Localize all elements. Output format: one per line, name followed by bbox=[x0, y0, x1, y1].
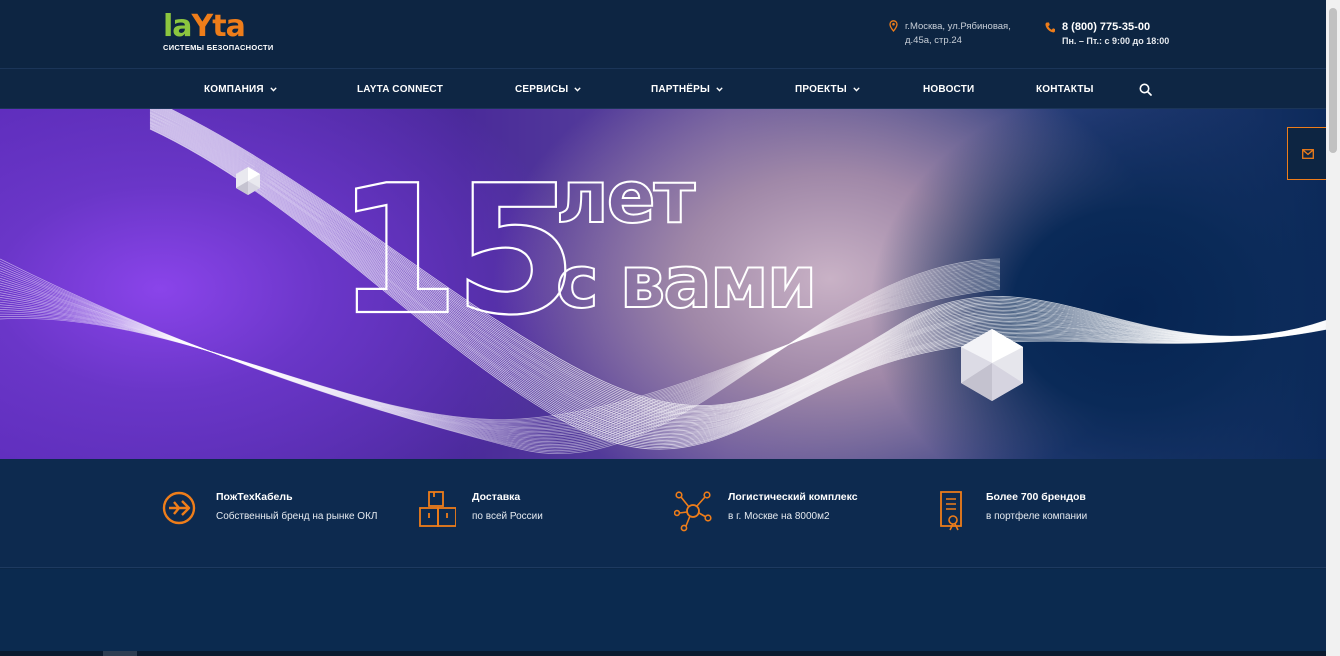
feature-item: Более 700 брендов в портфеле компании bbox=[932, 490, 1087, 532]
hero-number: 15 bbox=[336, 147, 572, 354]
scroll-thumb[interactable] bbox=[1329, 8, 1337, 153]
nav-label: LAYTA CONNECT bbox=[357, 84, 444, 95]
logo-word-orange: Yta bbox=[191, 9, 246, 44]
nav-item-projects[interactable]: ПРОЕКТЫ bbox=[795, 69, 860, 110]
document-icon bbox=[940, 491, 962, 531]
logo-word-green: la bbox=[163, 9, 193, 44]
hero-graphic: 15 лет с вами bbox=[236, 146, 1023, 401]
feature-item: Логистический комплекс в г. Москве на 80… bbox=[674, 490, 858, 532]
logo[interactable]: laYta СИСТЕМЫ БЕЗОПАСНОСТИ bbox=[163, 12, 283, 58]
phone-icon bbox=[1045, 22, 1055, 33]
feature-subtitle: по всей России bbox=[472, 511, 543, 522]
nav-label: КОНТАКТЫ bbox=[1036, 84, 1094, 95]
search-icon[interactable] bbox=[1139, 83, 1152, 96]
logo-subtitle: СИСТЕМЫ БЕЗОПАСНОСТИ bbox=[163, 43, 274, 52]
phone-block: 8 (800) 775-35-00 Пн. – Пт.: с 9:00 до 1… bbox=[1045, 20, 1169, 48]
nav-label: ПРОЕКТЫ bbox=[795, 84, 847, 95]
main-nav: КОМПАНИЯ LAYTA CONNECT СЕРВИСЫ ПАРТНЁРЫ … bbox=[0, 68, 1326, 109]
address-line-1: г.Москва, ул.Рябиновая, bbox=[905, 21, 1011, 32]
chevron-down-icon bbox=[716, 87, 723, 92]
network-hub-icon bbox=[674, 491, 712, 532]
vertical-scrollbar[interactable] bbox=[1326, 0, 1340, 656]
feature-subtitle: в портфеле компании bbox=[986, 511, 1088, 522]
feature-item: ПожТехКабель Собственный бренд на рынке … bbox=[162, 490, 377, 532]
feature-item: Доставка по всей России bbox=[418, 490, 543, 532]
content-area bbox=[0, 569, 1326, 656]
boxes-icon bbox=[419, 491, 456, 527]
hero-banner[interactable]: 15 лет с вами bbox=[0, 109, 1326, 459]
small-polyhedron bbox=[236, 167, 260, 195]
mail-button[interactable] bbox=[1287, 127, 1328, 180]
map-pin-icon bbox=[889, 20, 898, 32]
hero-line-1: лет bbox=[556, 155, 696, 239]
nav-item-services[interactable]: СЕРВИСЫ bbox=[515, 69, 582, 110]
feature-subtitle: Собственный бренд на рынке ОКЛ bbox=[216, 511, 378, 522]
nav-label: КОМПАНИЯ bbox=[204, 84, 264, 95]
feature-title: Доставка bbox=[472, 491, 521, 503]
chevron-down-icon bbox=[270, 87, 277, 92]
nav-item-news[interactable]: НОВОСТИ bbox=[923, 69, 974, 110]
chevron-down-icon bbox=[574, 87, 582, 92]
nav-item-layta-connect[interactable]: LAYTA CONNECT bbox=[357, 69, 443, 110]
address-block: г.Москва, ул.Рябиновая, д.45а, стр.24 bbox=[889, 20, 1011, 48]
horizontal-scroll-thumb[interactable] bbox=[103, 651, 137, 656]
features-strip: ПожТехКабель Собственный бренд на рынке … bbox=[0, 459, 1326, 568]
nav-item-contacts[interactable]: КОНТАКТЫ bbox=[1036, 69, 1094, 110]
chevron-down-icon bbox=[853, 87, 860, 92]
brand-arrow-icon bbox=[162, 491, 196, 525]
large-polyhedron bbox=[961, 329, 1023, 401]
working-hours: Пн. – Пт.: с 9:00 до 18:00 bbox=[1062, 36, 1170, 46]
phone-number[interactable]: 8 (800) 775-35-00 bbox=[1062, 20, 1169, 34]
feature-title: Логистический комплекс bbox=[728, 491, 858, 503]
hero-line-2: с вами bbox=[556, 240, 815, 324]
address-line-2: д.45а, стр.24 bbox=[905, 35, 962, 46]
nav-label: СЕРВИСЫ bbox=[515, 84, 569, 95]
nav-label: ПАРТНЁРЫ bbox=[651, 84, 711, 95]
feature-subtitle: в г. Москве на 8000м2 bbox=[728, 511, 830, 522]
feature-title: ПожТехКабель bbox=[216, 491, 293, 503]
feature-title: Более 700 брендов bbox=[986, 491, 1086, 503]
site-header: laYta СИСТЕМЫ БЕЗОПАСНОСТИ г.Москва, ул.… bbox=[0, 0, 1326, 68]
nav-item-company[interactable]: КОМПАНИЯ bbox=[204, 69, 277, 110]
nav-item-partners[interactable]: ПАРТНЁРЫ bbox=[651, 69, 723, 110]
envelope-icon bbox=[1302, 148, 1314, 159]
nav-label: НОВОСТИ bbox=[923, 84, 975, 95]
horizontal-scrollbar[interactable] bbox=[0, 651, 1326, 656]
